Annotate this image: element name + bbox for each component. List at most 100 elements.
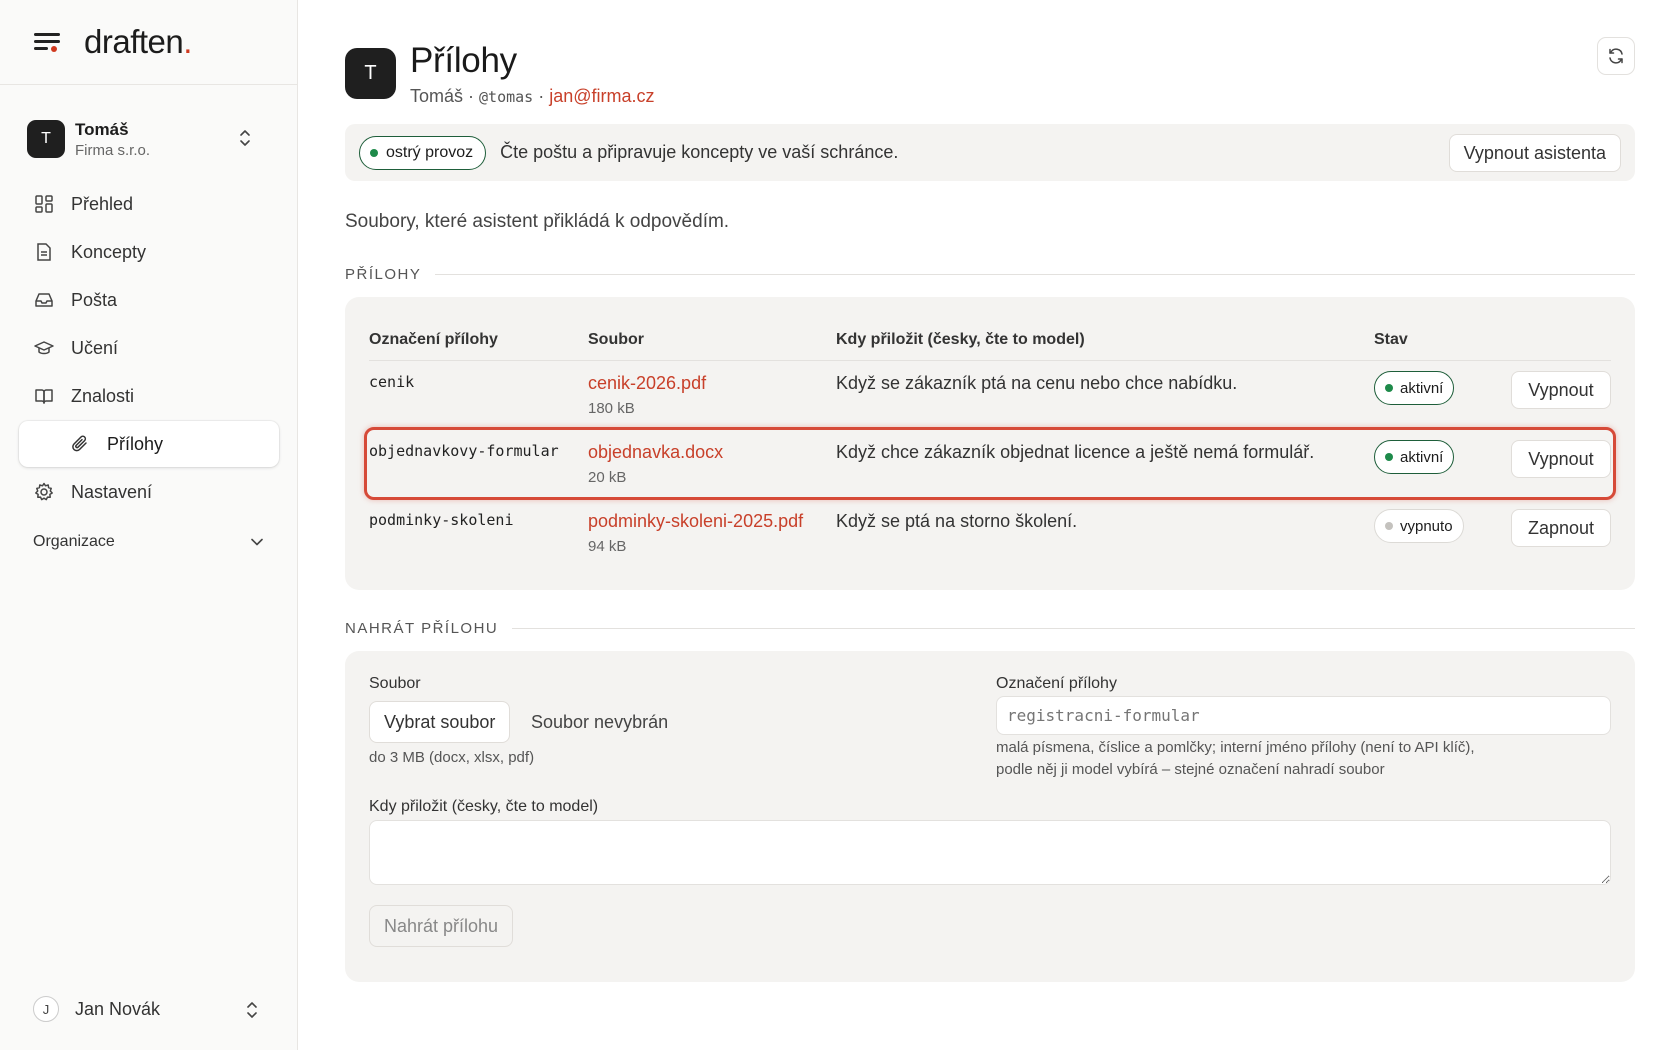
live-status-badge: ostrý provoz [359,135,487,170]
status-dot [1385,522,1393,530]
divider [512,628,1635,629]
attachment-file-link[interactable]: cenik-2026.pdf [588,373,706,394]
column-header-when: Kdy přiložit (česky, čte to model) [836,331,1085,348]
page-title: Přílohy [410,41,517,80]
attachment-label: podminky-skoleni [369,511,514,529]
file-field-label: Soubor [369,675,421,692]
attachment-name-input[interactable] [996,696,1611,735]
attachment-when: Když se zákazník ptá na cenu nebo chce n… [836,373,1238,393]
sidebar-item-posta[interactable]: Pošta [19,277,279,323]
organization-toggle[interactable]: Organizace [33,530,263,554]
chevron-down-icon [251,538,263,546]
account-avatar: T [27,120,65,158]
name-hint-line: malá písmena, číslice a pomlčky; interní… [996,739,1475,756]
dashboard-icon [33,193,55,215]
user-menu[interactable]: J Jan Novák [33,994,268,1024]
refresh-icon [1609,48,1623,64]
table-header: Označení přílohy Soubor Kdy přiložit (če… [369,331,1611,361]
brand-logo[interactable]: draften. [84,23,192,61]
sidebar-item-label: Nastavení [71,481,153,502]
separator: · [463,86,480,106]
sidebar-item-label: Učení [71,337,119,358]
column-header-status: Stav [1374,331,1408,348]
attachment-when: Když se ptá na storno školení. [836,511,1078,531]
sidebar-header: draften. [0,0,297,85]
inbox-icon [33,289,55,311]
status-label: ostrý provoz [386,143,474,161]
attachment-file-link[interactable]: podminky-skoleni-2025.pdf [588,511,803,532]
status-dot [370,148,378,157]
column-header-file: Soubor [588,331,644,348]
choose-file-button[interactable]: Vybrat soubor [369,701,511,743]
name-hint-line: podle něj ji model vybírá – stejné označ… [996,761,1385,778]
separator: · [533,86,550,106]
status-label: vypnuto [1400,517,1453,535]
no-file-text: Soubor nevybrán [531,712,669,732]
file-hint: do 3 MB (docx, xlsx, pdf) [369,749,535,766]
refresh-button[interactable] [1597,37,1635,75]
account-name: Tomáš [75,119,129,139]
toggle-attachment-button[interactable]: Zapnout [1511,509,1611,547]
attachments-table-card: Označení přílohy Soubor Kdy přiložit (če… [345,297,1635,590]
assistant-status-banner: ostrý provoz Čte poštu a připravuje konc… [345,124,1635,181]
mailbox-avatar: T [345,48,396,99]
sidebar: draften. T Tomáš Firma s.r.o. Přehled Ko… [0,0,298,1050]
banner-text: Čte poštu a připravuje koncepty ve vaší … [500,142,899,162]
row-highlight-frame [364,427,1616,500]
graduation-cap-icon [33,337,55,359]
user-avatar: J [33,996,59,1022]
attachment-file-size: 94 kB [588,538,627,555]
mailbox-email[interactable]: jan@firma.cz [549,86,654,106]
sidebar-nav: Přehled Koncepty Pošta Učení Znalosti Př… [19,181,279,517]
mailbox-handle: @tomas [479,88,534,106]
sidebar-item-label: Pošta [71,289,118,310]
status-label: aktivní [1400,379,1444,397]
chevron-updown-icon [247,1002,257,1018]
main-content: T Přílohy Tomáš · @tomas · jan@firma.cz … [345,0,1635,1050]
sidebar-item-label: Znalosti [71,385,135,406]
name-field-label: Označení přílohy [996,675,1117,692]
upload-attachment-button[interactable]: Nahrát přílohu [369,905,514,947]
table-row: podminky-skoleni podminky-skoleni-2025.p… [369,501,1611,569]
sidebar-item-znalosti[interactable]: Znalosti [19,373,279,419]
account-org: Firma s.r.o. [75,141,151,159]
divider [435,274,1635,275]
status-badge: vypnuto [1374,509,1464,543]
toggle-attachment-button[interactable]: Vypnout [1511,371,1611,409]
chevron-updown-icon [240,130,250,146]
gear-icon [33,481,55,503]
mailbox-owner: Tomáš [410,86,464,106]
disable-assistant-button[interactable]: Vypnout asistenta [1448,134,1621,172]
column-header-label: Označení přílohy [369,331,498,348]
sidebar-item-uceni[interactable]: Učení [19,325,279,371]
sidebar-item-prilohy[interactable]: Přílohy [19,421,279,467]
section-title: PŘÍLOHY [345,266,422,283]
page-description: Soubory, které asistent přikládá k odpov… [345,211,730,232]
upload-form-card: Soubor Vybrat soubor Soubor nevybrán do … [345,651,1635,982]
sidebar-item-label: Koncepty [71,241,147,262]
menu-icon[interactable] [34,31,60,53]
upload-section-heading: NAHRÁT PŘÍLOHU [345,620,1635,637]
sidebar-item-label: Přílohy [107,433,164,454]
sidebar-item-koncepty[interactable]: Koncepty [19,229,279,275]
page-header: T Přílohy Tomáš · @tomas · jan@firma.cz [345,41,655,106]
section-title: NAHRÁT PŘÍLOHU [345,620,499,637]
mailbox-info: Tomáš · @tomas · jan@firma.cz [410,86,655,107]
status-badge: aktivní [1374,371,1455,405]
attachments-section-heading: PŘÍLOHY [345,266,1635,283]
attachment-label: cenik [369,373,415,391]
book-icon [33,385,55,407]
organization-label: Organizace [33,533,115,550]
document-icon [33,241,55,263]
table-row: cenik cenik-2026.pdf 180 kB Když se zákaz… [369,363,1611,431]
when-field-label: Kdy přiložit (česky, čte to model) [369,798,599,815]
status-dot [1385,384,1393,392]
attachment-file-size: 180 kB [588,400,635,417]
user-name: Jan Novák [75,998,161,1019]
sidebar-item-label: Přehled [71,193,134,214]
when-textarea[interactable] [369,820,1611,885]
sidebar-item-nastaveni[interactable]: Nastavení [19,469,279,515]
account-switcher[interactable]: T Tomáš Firma s.r.o. [27,117,275,161]
name-hint: malá písmena, číslice a pomlčky; interní… [996,737,1475,781]
sidebar-item-prehled[interactable]: Přehled [19,181,279,227]
